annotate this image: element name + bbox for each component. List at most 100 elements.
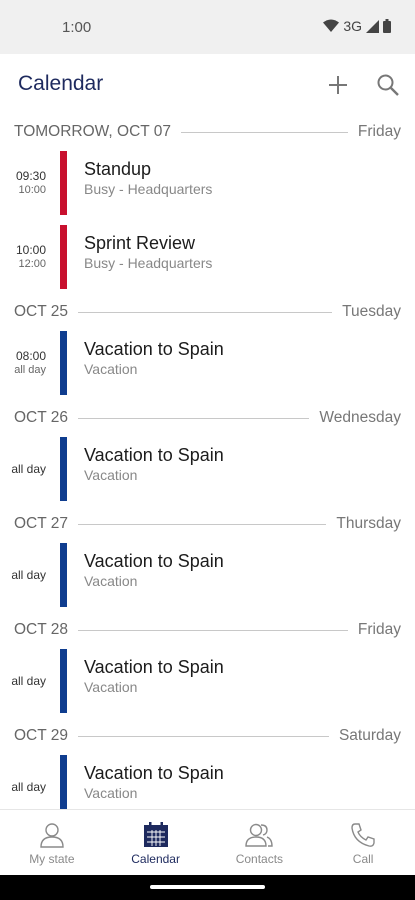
event-allday: all day xyxy=(11,780,46,794)
event-color-bar xyxy=(60,225,67,289)
nav-my-state[interactable]: My state xyxy=(0,810,104,875)
event-item[interactable]: 08:00 all day Vacation to Spain Vacation xyxy=(0,328,415,402)
event-times: 09:30 10:00 xyxy=(0,151,60,215)
event-item[interactable]: all day Vacation to Spain Vacation xyxy=(0,434,415,508)
event-times: all day xyxy=(0,543,60,607)
event-allday: all day xyxy=(11,568,46,582)
event-times: 10:00 12:00 xyxy=(0,225,60,289)
day-header: OCT 28 Friday xyxy=(0,614,415,646)
nav-label-call: Call xyxy=(352,852,374,866)
day-weekday: Tuesday xyxy=(342,303,401,320)
event-color-bar xyxy=(60,649,67,713)
wifi-icon xyxy=(323,19,340,32)
event-subtitle: Vacation xyxy=(84,361,138,377)
event-color-bar xyxy=(60,543,67,607)
day-divider xyxy=(78,311,333,313)
day-divider xyxy=(78,735,329,737)
event-title: Vacation to Spain xyxy=(84,763,224,783)
event-end-time: 12:00 xyxy=(18,258,46,270)
day-weekday: Wednesday xyxy=(319,409,401,426)
bottom-nav: My state Calendar Contacts Call xyxy=(0,809,415,875)
nav-label-my-state: My state xyxy=(29,852,75,866)
system-gesture-bar xyxy=(0,875,415,900)
contacts-icon xyxy=(245,823,274,847)
event-subtitle: Vacation xyxy=(84,679,138,695)
nav-call[interactable]: Call xyxy=(311,810,415,875)
add-event-button[interactable] xyxy=(321,68,355,102)
event-start-time: 10:00 xyxy=(15,243,46,257)
event-item[interactable]: all day Vacation to Spain Vacation xyxy=(0,540,415,614)
event-times: 08:00 all day xyxy=(0,331,60,395)
event-body: Vacation to Spain Vacation xyxy=(67,540,224,590)
event-times: all day xyxy=(0,755,60,809)
day-header: OCT 26 Wednesday xyxy=(0,402,415,434)
event-body: Sprint Review Busy - Headquarters xyxy=(67,222,212,272)
event-allday: all day xyxy=(11,462,46,476)
nav-label-contacts: Contacts xyxy=(235,852,284,866)
network-type: 3G xyxy=(343,18,362,34)
day-header: OCT 29 Saturday xyxy=(0,720,415,752)
status-time: 1:00 xyxy=(62,19,92,36)
event-title: Vacation to Spain xyxy=(84,339,224,359)
event-title: Vacation to Spain xyxy=(84,657,224,677)
agenda-list[interactable]: TOMORROW, OCT 07 Friday 09:30 10:00 Standup B… xyxy=(0,116,415,809)
event-body: Standup Busy - Headquarters xyxy=(67,148,212,198)
event-end-time: 10:00 xyxy=(18,184,46,196)
battery-icon xyxy=(383,19,391,33)
event-title: Vacation to Spain xyxy=(84,445,224,465)
event-subtitle: Busy - Headquarters xyxy=(84,255,213,271)
event-color-bar xyxy=(60,755,67,809)
person-icon xyxy=(40,823,64,848)
plus-icon xyxy=(329,76,347,94)
event-title: Standup xyxy=(84,159,152,179)
nav-label-calendar: Calendar xyxy=(131,852,180,866)
home-gesture-handle[interactable] xyxy=(150,885,265,889)
day-date: OCT 26 xyxy=(14,409,68,426)
event-item[interactable]: 10:00 12:00 Sprint Review Busy - Headquarte… xyxy=(0,222,415,296)
day-header: OCT 25 Tuesday xyxy=(0,296,415,328)
event-body: Vacation to Spain Vacation xyxy=(67,752,224,802)
day-date: OCT 28 xyxy=(14,621,68,638)
nav-contacts[interactable]: Contacts xyxy=(208,810,312,875)
day-weekday: Saturday xyxy=(338,727,401,744)
event-times: all day xyxy=(0,649,60,713)
status-icons: 3G xyxy=(323,18,391,34)
day-weekday: Friday xyxy=(357,123,401,140)
event-end-time: all day xyxy=(14,364,46,376)
status-bar: 1:00 3G xyxy=(0,0,415,54)
day-divider xyxy=(181,131,348,133)
day-date: OCT 25 xyxy=(14,303,68,320)
event-body: Vacation to Spain Vacation xyxy=(67,328,224,378)
event-subtitle: Vacation xyxy=(84,467,138,483)
event-start-time: 08:00 xyxy=(15,349,46,363)
day-header: TOMORROW, OCT 07 Friday xyxy=(0,116,415,148)
search-button[interactable] xyxy=(371,68,405,102)
day-date: OCT 27 xyxy=(14,515,68,532)
day-date: OCT 29 xyxy=(14,727,68,744)
day-weekday: Thursday xyxy=(336,515,401,532)
search-icon xyxy=(377,74,399,96)
event-item[interactable]: all day Vacation to Spain Vacation xyxy=(0,646,415,720)
phone-icon xyxy=(351,823,375,847)
signal-icon xyxy=(366,19,379,33)
day-divider xyxy=(78,629,348,631)
event-title: Sprint Review xyxy=(84,233,196,253)
event-subtitle: Busy - Headquarters xyxy=(84,181,213,197)
event-color-bar xyxy=(60,437,67,501)
day-weekday: Friday xyxy=(357,621,401,638)
event-allday: all day xyxy=(11,674,46,688)
calendar-icon xyxy=(143,822,168,847)
day-divider xyxy=(78,523,327,525)
event-item[interactable]: 09:30 10:00 Standup Busy - Headquarters xyxy=(0,148,415,222)
event-times: all day xyxy=(0,437,60,501)
event-subtitle: Vacation xyxy=(84,785,138,801)
event-subtitle: Vacation xyxy=(84,573,138,589)
event-body: Vacation to Spain Vacation xyxy=(67,434,224,484)
app-header: Calendar xyxy=(0,54,415,116)
day-date: TOMORROW, OCT 07 xyxy=(14,123,172,140)
event-color-bar xyxy=(60,151,67,215)
event-title: Vacation to Spain xyxy=(84,551,224,571)
event-body: Vacation to Spain Vacation xyxy=(67,646,224,696)
event-item[interactable]: all day Vacation to Spain Vacation xyxy=(0,752,415,809)
nav-calendar[interactable]: Calendar xyxy=(104,810,208,875)
